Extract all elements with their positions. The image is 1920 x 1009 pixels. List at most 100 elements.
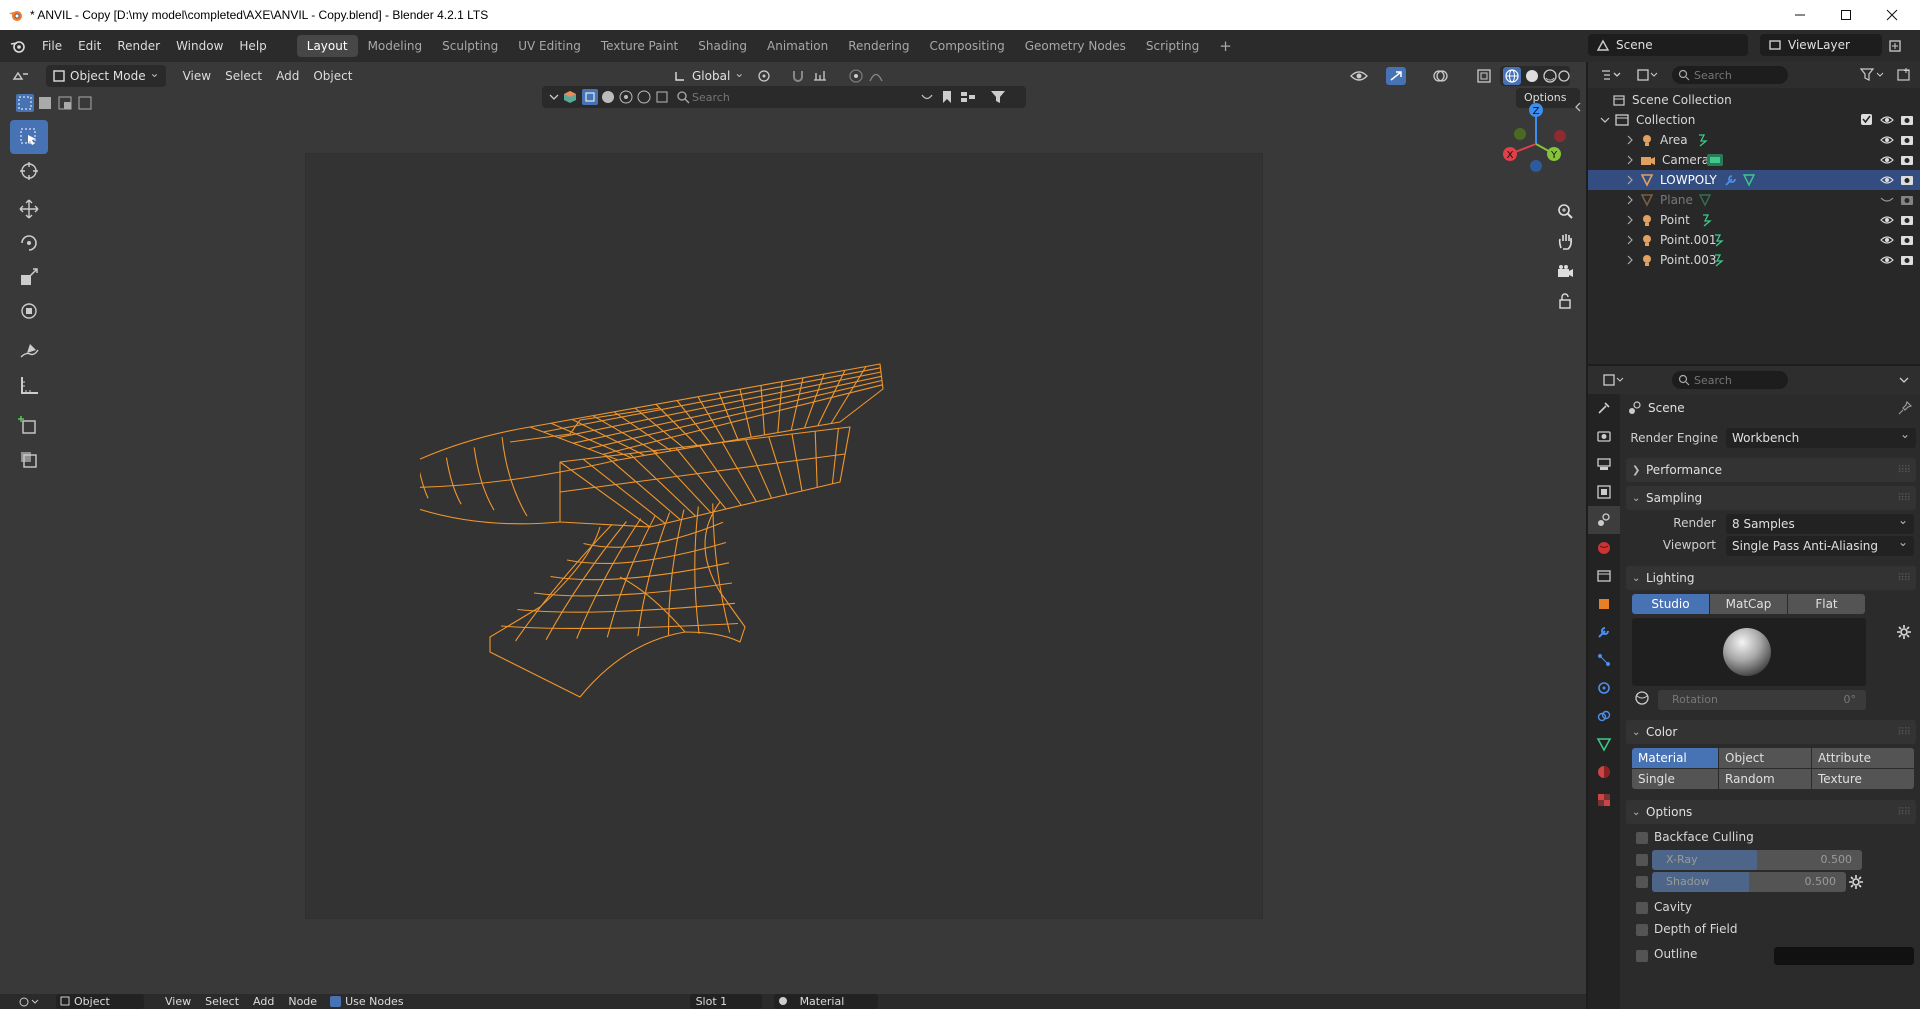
material-shading-icon[interactable] [1541,67,1559,85]
visibility-eye-icon[interactable] [1880,173,1894,187]
menu-help[interactable]: Help [231,35,274,57]
proportional-editing-icon[interactable] [848,68,864,84]
light-data-icon[interactable] [1712,253,1726,267]
tab-geometry-nodes[interactable]: Geometry Nodes [1015,35,1136,57]
visibility-eye-icon[interactable] [1880,233,1894,247]
cavity-checkbox[interactable] [1636,902,1648,914]
bottom-menu-select[interactable]: Select [198,994,246,1009]
render-camera-icon[interactable] [1900,133,1914,147]
rotation-slider[interactable]: Rotation 0° [1658,690,1866,710]
tool-select-box[interactable] [10,120,48,154]
expand-arrow-icon[interactable] [1626,135,1634,145]
tab-physics[interactable] [1588,674,1620,702]
visibility-eye-icon[interactable] [1880,133,1894,147]
options-panel-header[interactable]: ⌄ Options ⠿⠿ [1626,800,1916,824]
menu-render[interactable]: Render [109,35,168,57]
outline-color-swatch[interactable] [1774,947,1914,965]
anvil-wireframe-model[interactable] [420,342,1100,862]
material-selector[interactable]: Material [773,994,878,1009]
render-camera-icon[interactable] [1900,253,1914,267]
tool-rotate[interactable] [10,226,48,260]
collection-expand-icon[interactable] [1600,115,1610,125]
visibility-filter-icon[interactable] [618,89,634,105]
tab-particles[interactable] [1588,646,1620,674]
color-panel-header[interactable]: ⌄ Color ⠿⠿ [1626,720,1916,744]
color-attribute-button[interactable]: Attribute [1812,748,1914,768]
collection-eye-icon[interactable] [1880,113,1894,127]
blender-menu-icon[interactable] [10,38,26,54]
xray-toggle-icon[interactable] [1476,68,1492,84]
display-mode-icon[interactable] [960,90,976,104]
gizmo-neg-x[interactable] [1554,130,1566,142]
color-random-button[interactable]: Random [1719,769,1811,789]
properties-search-input[interactable] [1694,371,1784,389]
menu-window[interactable]: Window [168,35,231,57]
tab-modifiers[interactable] [1588,618,1620,646]
filter-funnel-icon[interactable] [990,90,1006,104]
camera-data-icon[interactable] [1706,153,1724,167]
tab-output[interactable] [1588,450,1620,478]
select-extend-icon[interactable] [36,94,54,112]
render-camera-icon[interactable] [1900,153,1914,167]
tool-extrude[interactable] [10,442,48,476]
outliner-item-plane[interactable]: Plane [1588,190,1920,210]
mesh-data-icon[interactable] [1742,173,1756,187]
sampling-render-dropdown[interactable]: 8 Samples [1726,510,1914,534]
tab-material[interactable] [1588,758,1620,786]
tab-collection[interactable] [1588,562,1620,590]
outliner-item-point-001[interactable]: Point.001 [1588,230,1920,250]
tab-render[interactable] [1588,422,1620,450]
render-camera-icon[interactable] [1900,233,1914,247]
overlays-icon[interactable] [1432,68,1448,84]
new-collection-icon[interactable] [1896,67,1912,83]
xray-checkbox[interactable] [1636,854,1648,866]
sampling-panel-header[interactable]: ⌄ Sampling ⠿⠿ [1626,486,1916,510]
wireframe-shading-icon[interactable] [1503,67,1521,85]
shadow-checkbox[interactable] [1636,876,1648,888]
backface-culling-checkbox[interactable] [1636,832,1648,844]
expand-arrow-icon[interactable] [1626,195,1634,205]
color-object-button[interactable]: Object [1719,748,1811,768]
pan-button[interactable] [1552,228,1578,254]
collection-render-icon[interactable] [1900,113,1914,127]
tab-compositing[interactable]: Compositing [919,35,1014,57]
select-new-icon[interactable] [16,94,34,112]
tab-scripting[interactable]: Scripting [1136,35,1209,57]
maximize-button[interactable] [1823,0,1869,30]
expand-arrow-icon[interactable] [1626,255,1634,265]
scene-collection-row[interactable]: Scene Collection [1588,90,1920,110]
gizmo-neg-y[interactable] [1514,128,1526,140]
menu-edit[interactable]: Edit [70,35,109,57]
tab-animation[interactable]: Animation [757,35,838,57]
menu-file[interactable]: File [34,35,70,57]
filter-icon[interactable] [1860,68,1886,82]
viewport-menu-view[interactable]: View [176,65,218,87]
drag-handle-icon[interactable]: ⠿⠿ [1897,493,1911,504]
outliner-item-lowpoly[interactable]: LOWPOLY [1588,170,1920,190]
render-shading-icon[interactable] [1558,67,1570,85]
world-space-lighting-icon[interactable] [1634,690,1650,706]
studio-light-preview[interactable] [1632,618,1866,686]
tab-shading[interactable]: Shading [688,35,757,57]
bottom-menu-view[interactable]: View [158,994,198,1009]
visibility-icon[interactable] [1350,68,1368,84]
tab-view-layer[interactable] [1588,478,1620,506]
gizmo-neg-z[interactable] [1530,160,1542,172]
collection-include-checkbox[interactable] [1860,113,1873,126]
sampling-viewport-dropdown[interactable]: Single Pass Anti-Aliasing [1726,532,1914,556]
new-view-layer-icon[interactable] [1888,39,1902,53]
tool-add-cube[interactable] [10,408,48,442]
tab-modeling[interactable]: Modeling [358,35,433,57]
object-types-icon[interactable] [562,89,578,105]
lighting-studio-button[interactable]: Studio [1632,594,1709,614]
lighting-panel-header[interactable]: ⌄ Lighting ⠿⠿ [1626,566,1916,590]
light-data-icon[interactable] [1712,233,1726,247]
outline-checkbox[interactable] [1636,950,1648,962]
viewport-menu-add[interactable]: Add [269,65,306,87]
tab-rendering[interactable]: Rendering [838,35,919,57]
render-camera-icon[interactable] [1900,173,1914,187]
performance-panel-header[interactable]: ❯ Performance ⠿⠿ [1626,458,1916,482]
outliner-editor-type-icon[interactable] [1600,68,1622,82]
drag-handle-icon[interactable]: ⠿⠿ [1897,807,1911,818]
select-subtract-icon[interactable] [56,94,74,112]
